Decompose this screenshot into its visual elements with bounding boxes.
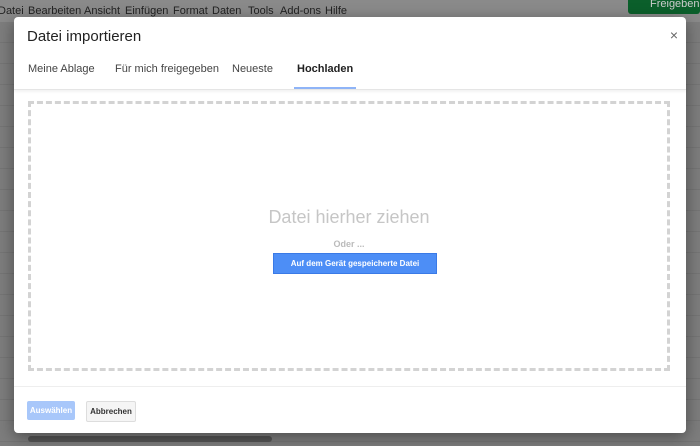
menu-tools[interactable]: Tools [248, 5, 274, 17]
tab-neueste[interactable]: Neueste [232, 63, 273, 87]
menu-ansicht[interactable]: Ansicht [84, 5, 120, 17]
select-button[interactable]: Auswählen [27, 401, 75, 420]
import-dialog: Datei importieren × Meine Ablage Für mic… [14, 17, 686, 433]
menu-hilfe[interactable]: Hilfe [325, 5, 347, 17]
drop-heading: Datei hierher ziehen [268, 207, 430, 227]
or-text: Oder ... [333, 239, 365, 249]
tab-bar: Meine Ablage Für mich freigegeben Neuest… [14, 63, 686, 90]
dialog-footer-divider [14, 386, 686, 387]
dialog-title: Datei importieren [27, 28, 142, 45]
menu-format[interactable]: Format [173, 5, 208, 17]
menu-daten[interactable]: Daten [212, 5, 241, 17]
tab-fuer-mich-freigegeben[interactable]: Für mich freigegeben [115, 63, 219, 87]
tab-meine-ablage[interactable]: Meine Ablage [28, 63, 95, 87]
cancel-button[interactable]: Abbrechen [86, 401, 136, 422]
close-icon[interactable]: × [670, 27, 678, 43]
horizontal-scrollbar[interactable] [28, 436, 272, 442]
choose-file-button[interactable]: Auf dem Gerät gespeicherte Datei auswähl… [273, 253, 437, 287]
menu-addons[interactable]: Add-ons [280, 5, 321, 17]
menu-einfuegen[interactable]: Einfügen [125, 5, 168, 17]
menu-bearbeiten[interactable]: Bearbeiten [28, 5, 81, 17]
menu-datei[interactable]: Datei [0, 5, 24, 17]
tab-hochladen[interactable]: Hochladen [294, 63, 357, 89]
share-button[interactable]: Freigeben [628, 0, 700, 14]
file-drop-zone[interactable]: Datei hierher ziehen Oder ... Auf dem Ge… [28, 101, 670, 371]
